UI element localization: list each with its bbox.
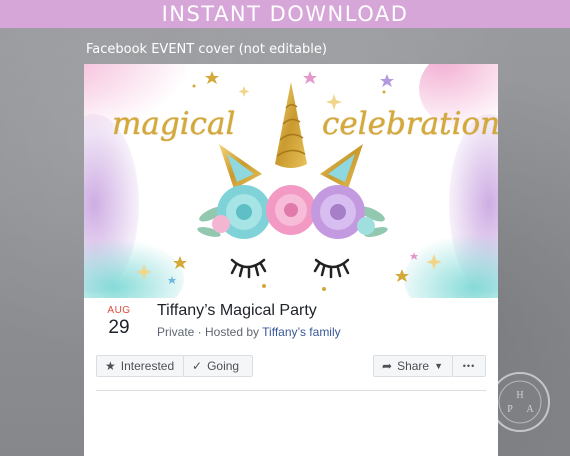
unicorn-cover-art: [84, 64, 498, 298]
event-meta: Private · Hosted by Tiffany’s family: [157, 325, 341, 339]
unicorn-eyelashes: [230, 258, 350, 279]
event-host-link[interactable]: Tiffany’s family: [262, 325, 340, 339]
teal-watercolor-right: [404, 234, 498, 298]
going-button[interactable]: ✓ Going: [183, 355, 253, 377]
stamp-letter-p: P: [507, 404, 513, 415]
shop-logo-stamp: H P A: [490, 372, 550, 432]
share-arrow-icon: ➦: [382, 359, 393, 373]
teal-watercolor-left: [84, 239, 184, 298]
more-dots-icon: •••: [462, 361, 476, 371]
unicorn-horn: [275, 82, 307, 168]
stamp-letter-h: H: [516, 390, 523, 401]
flower-crown: [212, 185, 375, 239]
interested-label: Interested: [120, 359, 175, 373]
caret-down-icon: ▼: [434, 361, 444, 371]
facebook-event-card: magical celebration AUG 29 Tiffany’s Mag…: [84, 64, 498, 456]
cover-title-right: celebration: [322, 106, 498, 142]
shop-logo-art: H P A: [498, 380, 542, 424]
more-options-button[interactable]: •••: [452, 355, 486, 377]
cover-title-left: magical: [112, 106, 236, 142]
event-date-day: 29: [108, 317, 130, 338]
star-icon: ★: [105, 359, 116, 373]
event-title[interactable]: Tiffany’s Magical Party: [157, 302, 317, 320]
event-privacy: Private · Hosted by: [157, 325, 263, 339]
card-divider: [96, 390, 486, 391]
share-button[interactable]: ➦ Share ▼: [373, 355, 453, 377]
banner-text: INSTANT DOWNLOAD: [161, 2, 409, 26]
subtitle-text: Facebook EVENT cover (not editable): [86, 42, 327, 57]
interested-button[interactable]: ★ Interested: [96, 355, 184, 377]
going-label: Going: [207, 359, 240, 373]
event-cover-image: magical celebration: [84, 64, 498, 298]
stamp-letter-a: A: [526, 404, 534, 415]
event-date-month: AUG: [107, 305, 131, 316]
check-icon: ✓: [192, 359, 203, 373]
share-label: Share: [397, 359, 430, 373]
instant-download-banner: INSTANT DOWNLOAD: [0, 0, 570, 28]
